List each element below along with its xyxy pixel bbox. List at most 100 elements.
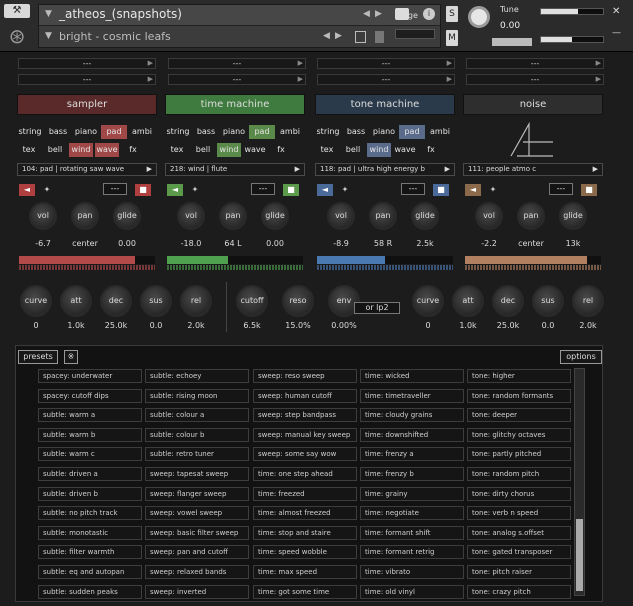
- preset-cell[interactable]: subtle: no pitch track: [38, 506, 142, 521]
- preset-cell[interactable]: time: frenzy b: [360, 467, 464, 481]
- preset-cell[interactable]: subtle: warm c: [38, 447, 142, 462]
- tag-bell[interactable]: bell: [341, 143, 365, 157]
- preset-cell[interactable]: tone: glitchy octaves: [467, 427, 571, 442]
- preset-cell[interactable]: subtle: driven a: [38, 467, 142, 481]
- tag-pad[interactable]: pad: [101, 125, 127, 139]
- knob-vol[interactable]: vol: [177, 202, 205, 230]
- tag-fx[interactable]: fx: [269, 143, 293, 157]
- tab-time-machine[interactable]: time machine: [165, 94, 305, 115]
- knob-glide[interactable]: glide: [559, 202, 587, 230]
- preset-cell[interactable]: sweep: manual key sweep: [253, 427, 357, 442]
- preset-cell[interactable]: subtle: driven b: [38, 486, 142, 501]
- tune-value[interactable]: 0.00: [500, 21, 520, 31]
- knob-vol[interactable]: vol: [475, 202, 503, 230]
- tag-wave[interactable]: wave: [243, 143, 267, 157]
- tune-knob[interactable]: [468, 6, 490, 28]
- preset-cell[interactable]: subtle: colour b: [145, 427, 249, 442]
- speaker-icon[interactable]: ■: [581, 184, 597, 196]
- dash-display[interactable]: --- ▶: [18, 58, 156, 69]
- mute-button[interactable]: M: [446, 30, 458, 46]
- knob-reso[interactable]: reso: [282, 285, 314, 317]
- dash-display[interactable]: --- ▶: [317, 58, 455, 69]
- tag-tex[interactable]: tex: [165, 143, 189, 157]
- preset-cell[interactable]: sweep: tapesat sweep: [145, 467, 249, 481]
- snapshot-name[interactable]: bright - cosmic leafs: [59, 30, 171, 43]
- preset-cell[interactable]: sweep: basic filter sweep: [145, 525, 249, 540]
- preset-cell[interactable]: sweep: relaxed bands: [145, 565, 249, 579]
- route-box[interactable]: ---: [251, 183, 275, 195]
- knob-rel[interactable]: rel: [180, 285, 212, 317]
- preset-cell[interactable]: tone: crazy pitch: [467, 584, 571, 599]
- preset-cell[interactable]: tone: higher: [467, 369, 571, 383]
- dash-arrow-icon[interactable]: ▶: [148, 59, 153, 68]
- preset-cell[interactable]: tone: deeper: [467, 408, 571, 423]
- preset-cell[interactable]: time: vibrato: [360, 565, 464, 579]
- tab-tone-machine[interactable]: tone machine: [315, 94, 455, 115]
- tag-piano[interactable]: piano: [371, 125, 397, 139]
- knob-glide[interactable]: glide: [113, 202, 141, 230]
- preset-cell[interactable]: time: max speed: [253, 565, 357, 579]
- preset-cell[interactable]: tone: random pitch: [467, 467, 571, 481]
- prev-instrument-icon[interactable]: ◀: [363, 9, 370, 19]
- tag-piano[interactable]: piano: [73, 125, 99, 139]
- knob-vol[interactable]: vol: [29, 202, 57, 230]
- preset-cell[interactable]: subtle: sudden peaks: [38, 584, 142, 599]
- knob-cutoff[interactable]: cutoff: [236, 285, 268, 317]
- tag-bell[interactable]: bell: [43, 143, 67, 157]
- knob-att[interactable]: att: [452, 285, 484, 317]
- tag-bass[interactable]: bass: [193, 125, 219, 139]
- speaker-icon[interactable]: ■: [283, 184, 299, 196]
- preset-cell[interactable]: tone: gated transposer: [467, 545, 571, 560]
- dash-display[interactable]: --- ▶: [168, 74, 306, 85]
- preset-cell[interactable]: time: almost freezed: [253, 506, 357, 521]
- preset-cell[interactable]: subtle: echoey: [145, 369, 249, 383]
- play-icon[interactable]: ◄: [465, 184, 481, 196]
- random-icon[interactable]: ✦: [39, 184, 55, 196]
- tag-ambi[interactable]: ambi: [277, 125, 303, 139]
- preset-selector[interactable]: 104: pad | rotating saw wave ▶: [17, 163, 157, 176]
- play-icon[interactable]: ◄: [19, 184, 35, 196]
- preset-cell[interactable]: spacey: underwater: [38, 369, 142, 383]
- dash-arrow-icon[interactable]: ▶: [596, 75, 601, 84]
- preset-cell[interactable]: time: got some time: [253, 584, 357, 599]
- preset-cell[interactable]: subtle: eq and autopan: [38, 565, 142, 579]
- dash-arrow-icon[interactable]: ▶: [298, 59, 303, 68]
- tag-string[interactable]: string: [165, 125, 191, 139]
- knob-curve[interactable]: curve: [20, 285, 52, 317]
- preset-cell[interactable]: sweep: human cutoff: [253, 388, 357, 403]
- scrollbar-thumb[interactable]: [576, 519, 583, 591]
- options-button[interactable]: options: [560, 350, 602, 364]
- preset-cell[interactable]: time: one step ahead: [253, 467, 357, 481]
- snapshot-menu-icon[interactable]: ▼: [45, 31, 52, 41]
- knob-rel[interactable]: rel: [572, 285, 604, 317]
- preset-cell[interactable]: sweep: some say wow: [253, 447, 357, 462]
- collapse-triangle-icon[interactable]: ▼: [45, 9, 52, 19]
- close-icon[interactable]: ✕: [612, 6, 620, 17]
- delete-icon[interactable]: [375, 31, 384, 43]
- volume-slider[interactable]: [540, 8, 604, 15]
- next-snapshot-icon[interactable]: ▶: [335, 31, 342, 41]
- preset-cell[interactable]: subtle: filter warmth: [38, 545, 142, 560]
- preset-name[interactable]: 104: pad | rotating saw wave: [22, 165, 124, 173]
- preset-cell[interactable]: tone: verb n speed: [467, 506, 571, 521]
- knob-glide[interactable]: glide: [411, 202, 439, 230]
- tag-string[interactable]: string: [17, 125, 43, 139]
- tab-sampler[interactable]: sampler: [17, 94, 157, 115]
- route-box[interactable]: ---: [549, 183, 573, 195]
- dash-arrow-icon[interactable]: ▶: [447, 75, 452, 84]
- tag-ambi[interactable]: ambi: [129, 125, 155, 139]
- dash-display[interactable]: --- ▶: [466, 58, 604, 69]
- info-icon[interactable]: i: [423, 8, 435, 20]
- tag-wind[interactable]: wind: [69, 143, 93, 157]
- preset-name[interactable]: 218: wind | flute: [170, 165, 227, 173]
- preset-cell[interactable]: subtle: warm a: [38, 408, 142, 423]
- preset-cell[interactable]: tone: dirty chorus: [467, 486, 571, 501]
- dash-arrow-icon[interactable]: ▶: [298, 75, 303, 84]
- random-icon[interactable]: ✦: [485, 184, 501, 196]
- solo-button[interactable]: S: [446, 6, 458, 22]
- instrument-name[interactable]: _atheos_(snapshots): [59, 7, 182, 21]
- next-instrument-icon[interactable]: ▶: [375, 9, 382, 19]
- browser-scrollbar[interactable]: [574, 368, 585, 596]
- tag-bell[interactable]: bell: [191, 143, 215, 157]
- tag-tex[interactable]: tex: [17, 143, 41, 157]
